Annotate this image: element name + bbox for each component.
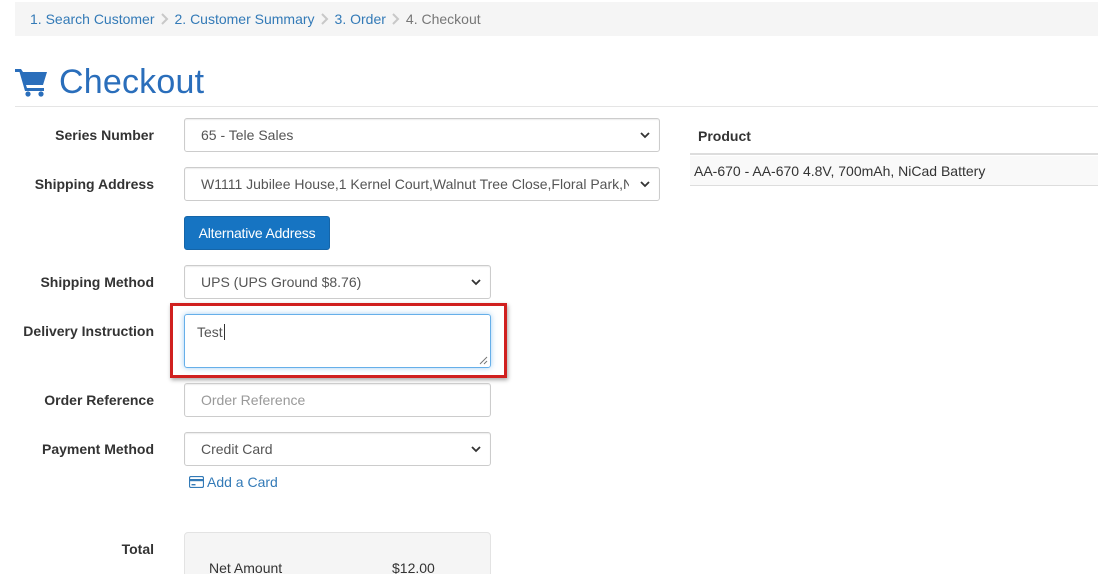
breadcrumb: 1. Search Customer 2. Customer Summary 3… bbox=[15, 2, 1098, 36]
title-divider bbox=[15, 106, 1098, 107]
series-number-value: 65 - Tele Sales bbox=[201, 127, 294, 143]
chevron-down-icon bbox=[640, 181, 650, 188]
shipping-address-select[interactable]: W1111 Jubilee House,1 Kernel Court,Walnu… bbox=[184, 167, 660, 201]
credit-card-icon bbox=[189, 476, 204, 488]
chevron-down-icon bbox=[471, 446, 481, 453]
series-number-label: Series Number bbox=[55, 127, 154, 143]
shipping-method-select[interactable]: UPS (UPS Ground $8.76) bbox=[184, 265, 491, 299]
chevron-down-icon bbox=[640, 132, 650, 139]
chevron-right-icon bbox=[315, 12, 335, 27]
add-card-link[interactable]: Add a Card bbox=[189, 474, 278, 490]
shipping-address-label: Shipping Address bbox=[34, 176, 154, 192]
shipping-address-value: W1111 Jubilee House,1 Kernel Court,Walnu… bbox=[201, 176, 629, 192]
page-header: Checkout bbox=[15, 60, 204, 104]
payment-method-value: Credit Card bbox=[201, 441, 273, 457]
table-row: AA-670 - AA-670 4.8V, 700mAh, NiCad Batt… bbox=[690, 156, 1098, 186]
order-reference-label: Order Reference bbox=[44, 392, 154, 408]
chevron-right-icon bbox=[386, 12, 406, 27]
net-amount-value: $12.00 bbox=[392, 560, 435, 574]
chevron-down-icon bbox=[471, 279, 481, 286]
net-amount-label: Net Amount bbox=[209, 560, 283, 574]
checkout-page: 1. Search Customer 2. Customer Summary 3… bbox=[0, 0, 1098, 574]
product-column-header: Product bbox=[690, 118, 1098, 155]
order-reference-placeholder: Order Reference bbox=[201, 392, 306, 408]
series-number-select[interactable]: 65 - Tele Sales bbox=[184, 118, 660, 152]
breadcrumb-checkout: 4. Checkout bbox=[405, 11, 481, 27]
chevron-right-icon bbox=[155, 12, 175, 27]
shipping-method-label: Shipping Method bbox=[40, 274, 154, 290]
total-panel: Net Amount $12.00 bbox=[184, 532, 491, 574]
text-caret bbox=[223, 324, 225, 340]
total-label: Total bbox=[121, 541, 154, 557]
breadcrumb-customer-summary[interactable]: 2. Customer Summary bbox=[175, 11, 315, 27]
payment-method-select[interactable]: Credit Card bbox=[184, 432, 491, 466]
order-reference-input[interactable]: Order Reference bbox=[184, 383, 491, 417]
payment-method-label: Payment Method bbox=[41, 441, 154, 457]
shopping-cart-icon bbox=[15, 69, 47, 97]
breadcrumb-order[interactable]: 3. Order bbox=[335, 11, 386, 27]
delivery-instruction-textarea[interactable]: Test bbox=[184, 314, 491, 368]
shipping-method-value: UPS (UPS Ground $8.76) bbox=[201, 274, 362, 290]
alternative-address-button[interactable]: Alternative Address bbox=[184, 216, 330, 250]
delivery-instruction-value: Test bbox=[197, 324, 223, 340]
delivery-instruction-label: Delivery Instruction bbox=[23, 323, 154, 339]
breadcrumb-search-customer[interactable]: 1. Search Customer bbox=[30, 11, 155, 27]
product-cell: AA-670 - AA-670 4.8V, 700mAh, NiCad Batt… bbox=[694, 162, 986, 179]
add-card-label: Add a Card bbox=[207, 474, 278, 490]
resize-handle-icon[interactable] bbox=[479, 356, 488, 365]
page-title: Checkout bbox=[59, 62, 205, 101]
